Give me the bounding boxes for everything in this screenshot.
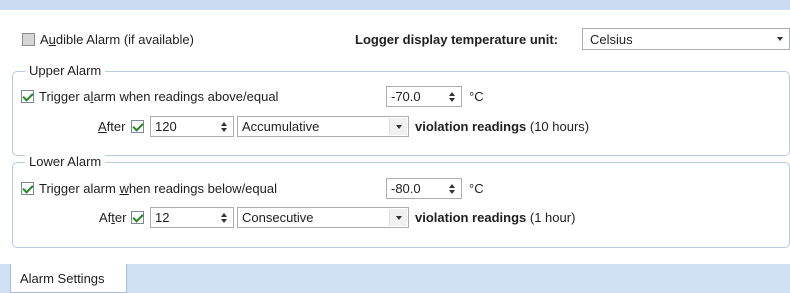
tab-bar: Alarm Settings: [0, 264, 790, 293]
temp-unit-label: Logger display temperature unit:: [355, 32, 558, 47]
upper-after-label: After: [98, 119, 126, 134]
lower-count-stepper[interactable]: 12: [150, 207, 234, 228]
lower-unit-label: °C: [469, 181, 484, 196]
stepper-arrows-icon[interactable]: [443, 88, 460, 105]
upper-trigger-label[interactable]: Trigger alarm when readings above/equal: [39, 89, 278, 105]
upper-after-checkbox[interactable]: [131, 120, 144, 133]
lower-alarm-group: Lower Alarm Trigger alarm when readings …: [12, 153, 790, 248]
upper-tail-text: violation readings (10 hours): [415, 119, 590, 134]
lower-threshold-stepper[interactable]: -80.0: [386, 178, 462, 199]
upper-mode-select[interactable]: Accumulative: [237, 116, 409, 137]
audible-alarm-checkbox[interactable]: [22, 33, 35, 46]
audible-alarm-label[interactable]: Audible Alarm (if available): [40, 32, 194, 48]
alarm-settings-panel: Audible Alarm (if available) Logger disp…: [8, 10, 790, 264]
upper-count-value: 120: [155, 119, 177, 134]
temp-unit-value: Celsius: [590, 32, 633, 47]
lower-mode-select[interactable]: Consecutive: [237, 207, 409, 228]
lower-threshold-value: -80.0: [391, 181, 421, 196]
lower-alarm-title: Lower Alarm: [25, 153, 106, 171]
chevron-down-icon[interactable]: [389, 118, 407, 135]
lower-trigger-checkbox[interactable]: [21, 182, 34, 195]
window-top-strip: [0, 0, 790, 10]
lower-after-checkbox[interactable]: [131, 211, 144, 224]
upper-alarm-title: Upper Alarm: [25, 62, 106, 80]
upper-trigger-checkbox[interactable]: [21, 90, 34, 103]
upper-alarm-group: Upper Alarm Trigger alarm when readings …: [12, 62, 790, 156]
upper-count-stepper[interactable]: 120: [150, 116, 234, 137]
upper-threshold-value: -70.0: [391, 89, 421, 104]
lower-after-label: After: [99, 210, 127, 225]
lower-count-value: 12: [155, 210, 170, 225]
chevron-down-icon[interactable]: [771, 30, 788, 47]
tab-alarm-settings[interactable]: Alarm Settings: [10, 264, 127, 293]
lower-mode-value: Consecutive: [242, 210, 314, 225]
temp-unit-select[interactable]: Celsius: [582, 28, 790, 50]
chevron-down-icon[interactable]: [389, 209, 407, 226]
stepper-arrows-icon[interactable]: [215, 118, 232, 135]
upper-mode-value: Accumulative: [242, 119, 320, 134]
lower-trigger-label[interactable]: Trigger alarm when readings below/equal: [39, 181, 277, 197]
stepper-arrows-icon[interactable]: [215, 209, 232, 226]
upper-unit-label: °C: [469, 89, 484, 104]
lower-tail-text: violation readings (1 hour): [415, 210, 576, 225]
upper-threshold-stepper[interactable]: -70.0: [386, 86, 462, 107]
stepper-arrows-icon[interactable]: [443, 180, 460, 197]
tab-alarm-settings-label: Alarm Settings: [20, 271, 105, 286]
